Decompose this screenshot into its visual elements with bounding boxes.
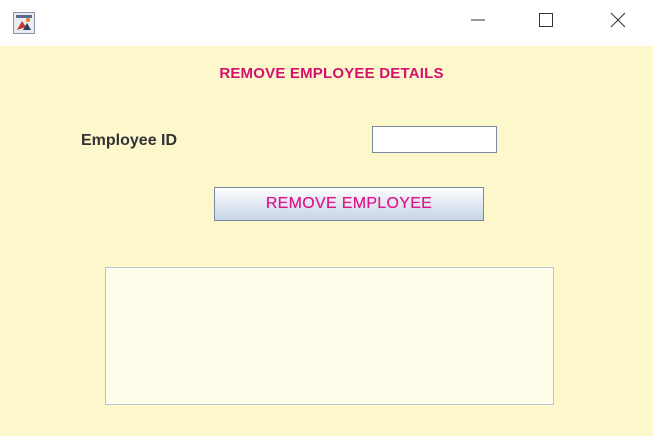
- details-text-area[interactable]: [105, 267, 554, 405]
- page-title: REMOVE EMPLOYEE DETAILS: [219, 65, 444, 82]
- app-window: REMOVE EMPLOYEE DETAILS Employee ID REMO…: [0, 0, 653, 436]
- minimize-icon: [471, 13, 485, 32]
- close-button[interactable]: [595, 0, 641, 44]
- employee-id-input[interactable]: [372, 126, 497, 153]
- title-bar[interactable]: [0, 0, 653, 46]
- close-icon: [610, 12, 626, 33]
- maximize-icon: [539, 12, 553, 32]
- remove-employee-button[interactable]: REMOVE EMPLOYEE: [214, 187, 484, 221]
- java-app-icon: [13, 12, 35, 34]
- employee-id-label: Employee ID: [81, 132, 178, 149]
- form-panel: REMOVE EMPLOYEE DETAILS Employee ID REMO…: [0, 46, 653, 436]
- minimize-button[interactable]: [455, 0, 501, 44]
- maximize-button[interactable]: [523, 0, 569, 44]
